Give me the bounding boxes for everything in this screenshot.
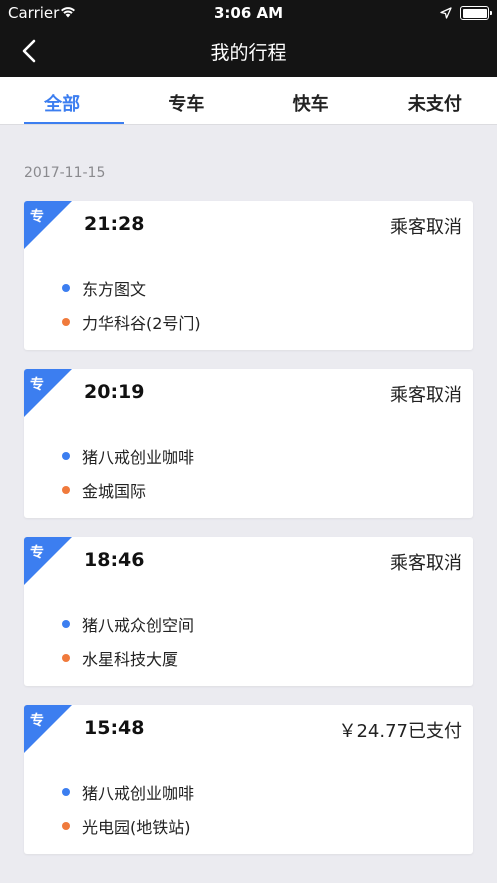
trip-type-badge: 专 [24,705,72,753]
trip-start-label: 猪八戒众创空间 [82,616,195,635]
start-dot-icon [62,452,70,460]
trip-type-label: 专 [30,209,44,225]
tab-unpaid[interactable]: 未支付 [373,77,497,124]
trip-start: 猪八戒创业咖啡 [62,444,194,468]
trip-time: 18:46 [84,549,145,571]
page-title: 我的行程 [210,42,287,64]
trip-end: 光电园(地铁站) [62,814,191,838]
end-dot-icon [62,318,70,326]
trip-time: 15:48 [84,717,145,739]
trip-end-label: 光电园(地铁站) [82,818,191,837]
status-bar: Carrier 3:06 AM [0,0,497,26]
tab-express[interactable]: 快车 [249,77,373,124]
trip-end-label: 力华科谷(2号门) [82,314,201,333]
trip-type-label: 专 [30,545,44,561]
trip-time: 20:19 [84,381,145,403]
end-dot-icon [62,486,70,494]
filter-tabs: 全部 专车 快车 未支付 [0,77,497,125]
tab-all[interactable]: 全部 [0,77,124,124]
trip-type-badge: 专 [24,201,72,249]
trip-type-label: 专 [30,713,44,729]
trip-start: 猪八戒众创空间 [62,612,194,636]
trip-end: 水星科技大厦 [62,646,178,670]
tab-premium[interactable]: 专车 [124,77,248,124]
date-header: 2017-11-15 [24,165,106,181]
end-dot-icon [62,654,70,662]
trip-status: 乘客取消 [390,217,462,238]
trip-start-label: 猪八戒创业咖啡 [82,784,195,803]
trip-card[interactable]: 专 15:48 ￥24.77已支付 猪八戒创业咖啡 光电园(地铁站) [24,705,473,854]
battery-icon [460,6,492,20]
trip-type-label: 专 [30,377,44,393]
status-clock: 3:06 AM [213,4,284,22]
trip-end: 金城国际 [62,478,146,502]
trip-start: 东方图文 [62,276,146,300]
top-bar: Carrier 3:06 AM 我的行程 [0,0,497,77]
trip-status: ￥24.77已支付 [338,721,462,742]
trip-type-badge: 专 [24,537,72,585]
trip-start: 猪八戒创业咖啡 [62,780,194,804]
trip-time: 21:28 [84,213,145,235]
trip-card[interactable]: 专 21:28 乘客取消 东方图文 力华科谷(2号门) [24,201,473,350]
start-dot-icon [62,788,70,796]
trip-start-label: 猪八戒创业咖啡 [82,448,195,467]
active-tab-indicator [24,122,124,124]
trip-card[interactable]: 专 20:19 乘客取消 猪八戒创业咖啡 金城国际 [24,369,473,518]
app-root: Carrier 3:06 AM 我的行程 全部 专车 快车 未支付 2017-1… [0,0,497,883]
location-arrow-icon [440,5,452,23]
trip-end-label: 金城国际 [82,482,147,501]
start-dot-icon [62,620,70,628]
trip-end-label: 水星科技大厦 [82,650,179,669]
trip-type-badge: 专 [24,369,72,417]
trip-card[interactable]: 专 18:46 乘客取消 猪八戒众创空间 水星科技大厦 [24,537,473,686]
trip-start-label: 东方图文 [82,280,147,299]
trip-status: 乘客取消 [390,385,462,406]
trip-end: 力华科谷(2号门) [62,310,201,334]
start-dot-icon [62,284,70,292]
trip-status: 乘客取消 [390,553,462,574]
end-dot-icon [62,822,70,830]
